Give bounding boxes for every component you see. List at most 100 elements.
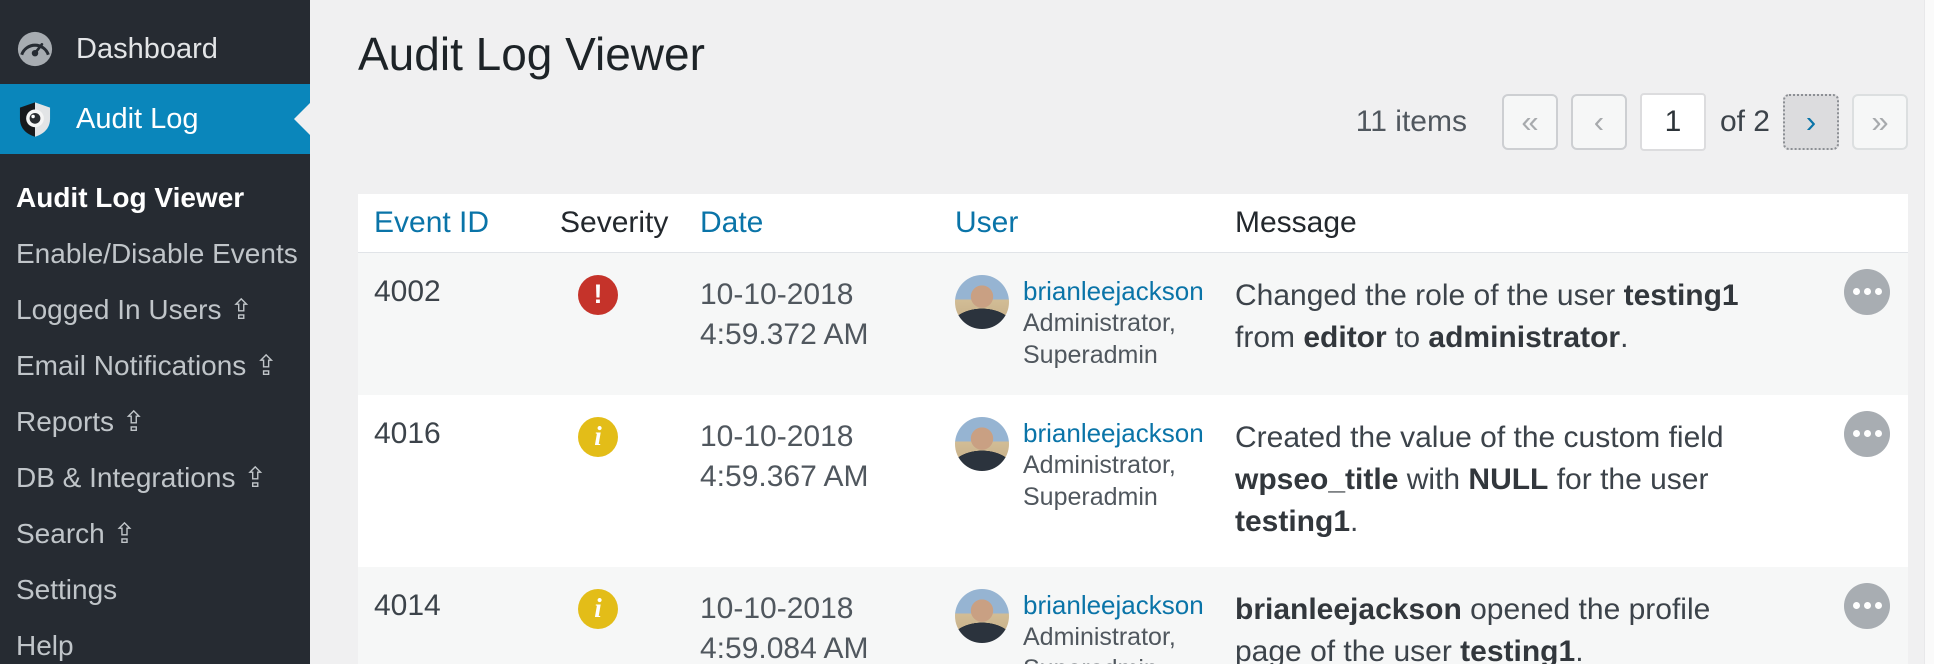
sidebar-item-reports[interactable]: Reports ⇪ (0, 394, 310, 450)
premium-upgrade-icon: ⇪ (122, 406, 145, 437)
current-page-input[interactable] (1640, 93, 1706, 151)
user-roles: Administrator, (1023, 621, 1204, 653)
severity-info-icon: i (578, 417, 618, 457)
sidebar-item-label: Dashboard (76, 33, 218, 66)
user-info: brianleejacksonAdministrator,Superadmin (1023, 589, 1204, 664)
message-text: . (1350, 505, 1358, 538)
audit-log-table: Event IDSeverityDateUserMessage 4002!10-… (358, 194, 1908, 664)
user-info: brianleejacksonAdministrator,Superadmin (1023, 417, 1204, 513)
scrollbar[interactable] (1924, 0, 1934, 664)
user-link[interactable]: brianleejackson (1023, 417, 1204, 449)
user-roles: Superadmin (1023, 339, 1204, 371)
sidebar-item-settings[interactable]: Settings (0, 562, 310, 618)
sidebar-item-db-integrations[interactable]: DB & Integrations⇪ (0, 450, 310, 506)
column-header-date[interactable]: Date (684, 194, 939, 252)
user-avatar (955, 589, 1009, 643)
next-page-button[interactable]: › (1783, 94, 1839, 150)
last-page-button[interactable]: » (1852, 94, 1908, 150)
user-cell: brianleejacksonAdministrator,Superadmin (939, 252, 1219, 395)
sidebar-item-enable-disable-events[interactable]: Enable/Disable Events (0, 226, 310, 282)
sidebar-item-label: Logged In Users (16, 294, 221, 325)
severity-info-icon: i (578, 589, 618, 629)
prev-page-button[interactable]: ‹ (1571, 94, 1627, 150)
sidebar-item-logged-in-users[interactable]: Logged In Users ⇪ (0, 282, 310, 338)
message-text: NULL (1468, 463, 1548, 496)
page-title: Audit Log Viewer (358, 0, 1908, 82)
ellipsis-icon (1864, 288, 1871, 295)
sidebar-item-label: DB & Integrations (16, 462, 235, 493)
pagination-bar: 11 items « ‹ of 2 › » (358, 92, 1908, 152)
time-value: 4:59.367 AM (700, 457, 939, 497)
table-header-row: Event IDSeverityDateUserMessage (358, 194, 1908, 252)
first-page-button[interactable]: « (1502, 94, 1558, 150)
event-id-cell: 4016 (358, 395, 544, 567)
message-text: testing1 (1460, 635, 1575, 664)
message-text: Created the value of the custom field (1235, 421, 1724, 454)
table-row: 4014i10-10-20184:59.084 AMbrianleejackso… (358, 567, 1908, 664)
message-text: Changed the role of the user (1235, 279, 1624, 312)
total-pages-label: of 2 (1720, 105, 1770, 139)
message-text: testing1 (1624, 279, 1739, 312)
sidebar-item-audit-log[interactable]: Audit Log (0, 84, 310, 154)
user-roles: Superadmin (1023, 653, 1204, 664)
message-text: administrator (1428, 321, 1620, 354)
sidebar-item-search[interactable]: Search⇪ (0, 506, 310, 562)
column-header-user[interactable]: User (939, 194, 1219, 252)
sidebar-item-label: Help (16, 630, 74, 661)
date-value: 10-10-2018 (700, 417, 939, 457)
message-text: with (1398, 463, 1468, 496)
user-cell: brianleejacksonAdministrator,Superadmin (939, 395, 1219, 567)
audit-log-shield-icon (16, 100, 54, 138)
table-row: 4002!10-10-20184:59.372 AMbrianleejackso… (358, 252, 1908, 395)
sidebar-item-label: Email Notifications (16, 350, 246, 381)
sidebar-item-dashboard[interactable]: Dashboard (0, 14, 310, 84)
user-cell-content: brianleejacksonAdministrator,Superadmin (955, 589, 1219, 664)
severity-high-icon: ! (578, 275, 618, 315)
severity-cell: i (544, 395, 684, 567)
sidebar-item-label: Reports (16, 406, 114, 437)
user-link[interactable]: brianleejackson (1023, 275, 1204, 307)
message-text: for the user (1548, 463, 1708, 496)
user-cell-content: brianleejacksonAdministrator,Superadmin (955, 275, 1219, 371)
user-roles: Superadmin (1023, 481, 1204, 513)
message-text: to (1387, 321, 1429, 354)
message-text: testing1 (1235, 505, 1350, 538)
table-body: 4002!10-10-20184:59.372 AMbrianleejackso… (358, 252, 1908, 664)
column-header-severity: Severity (544, 194, 684, 252)
table-row: 4016 i 10-10-20184:59.367 AM brianleejackso… (358, 395, 1908, 567)
sidebar-item-label: Audit Log Viewer (16, 182, 244, 213)
more-options-button[interactable] (1844, 269, 1890, 315)
ellipsis-icon (1864, 602, 1871, 609)
column-header-event-id[interactable]: Event ID (358, 194, 544, 252)
user-roles: Administrator, (1023, 449, 1204, 481)
sidebar-item-label: Enable/Disable Events (16, 238, 298, 269)
more-options-button[interactable] (1844, 583, 1890, 629)
premium-upgrade-icon: ⇪ (229, 294, 252, 325)
sidebar-item-email-notifications[interactable]: Email Notifications⇪ (0, 338, 310, 394)
column-header-message: Message (1219, 194, 1908, 252)
severity-cell: i (544, 567, 684, 664)
time-value: 4:59.372 AM (700, 315, 939, 355)
message-text: . (1620, 321, 1628, 354)
user-cell: brianleejacksonAdministrator,Superadmin (939, 567, 1219, 664)
message-cell: Created the value of the custom field wp… (1219, 395, 1908, 567)
date-value: 10-10-2018 (700, 275, 939, 315)
admin-submenu: Audit Log Viewer Enable/Disable Events Log… (0, 154, 310, 664)
sidebar-item-label: Search (16, 518, 105, 549)
message-cell: brianleejackson opened the profile page … (1219, 567, 1908, 664)
more-options-button[interactable] (1844, 411, 1890, 457)
user-avatar (955, 417, 1009, 471)
severity-cell: ! (544, 252, 684, 395)
message-cell: Changed the role of the user testing1 fr… (1219, 252, 1908, 395)
message-text: . (1575, 635, 1583, 664)
user-info: brianleejacksonAdministrator,Superadmin (1023, 275, 1204, 371)
user-avatar (955, 275, 1009, 329)
sidebar-item-help[interactable]: Help (0, 618, 310, 664)
admin-sidebar: Dashboard (0, 0, 310, 664)
date-cell: 10-10-20184:59.367 AM (684, 395, 939, 567)
sidebar-item-audit-log-viewer[interactable]: Audit Log Viewer (0, 170, 310, 226)
date-cell: 10-10-20184:59.372 AM (684, 252, 939, 395)
user-link[interactable]: brianleejackson (1023, 589, 1204, 621)
main-content: Audit Log Viewer 11 items « ‹ of 2 › » E… (310, 0, 1934, 664)
admin-menu: Dashboard (0, 0, 310, 154)
